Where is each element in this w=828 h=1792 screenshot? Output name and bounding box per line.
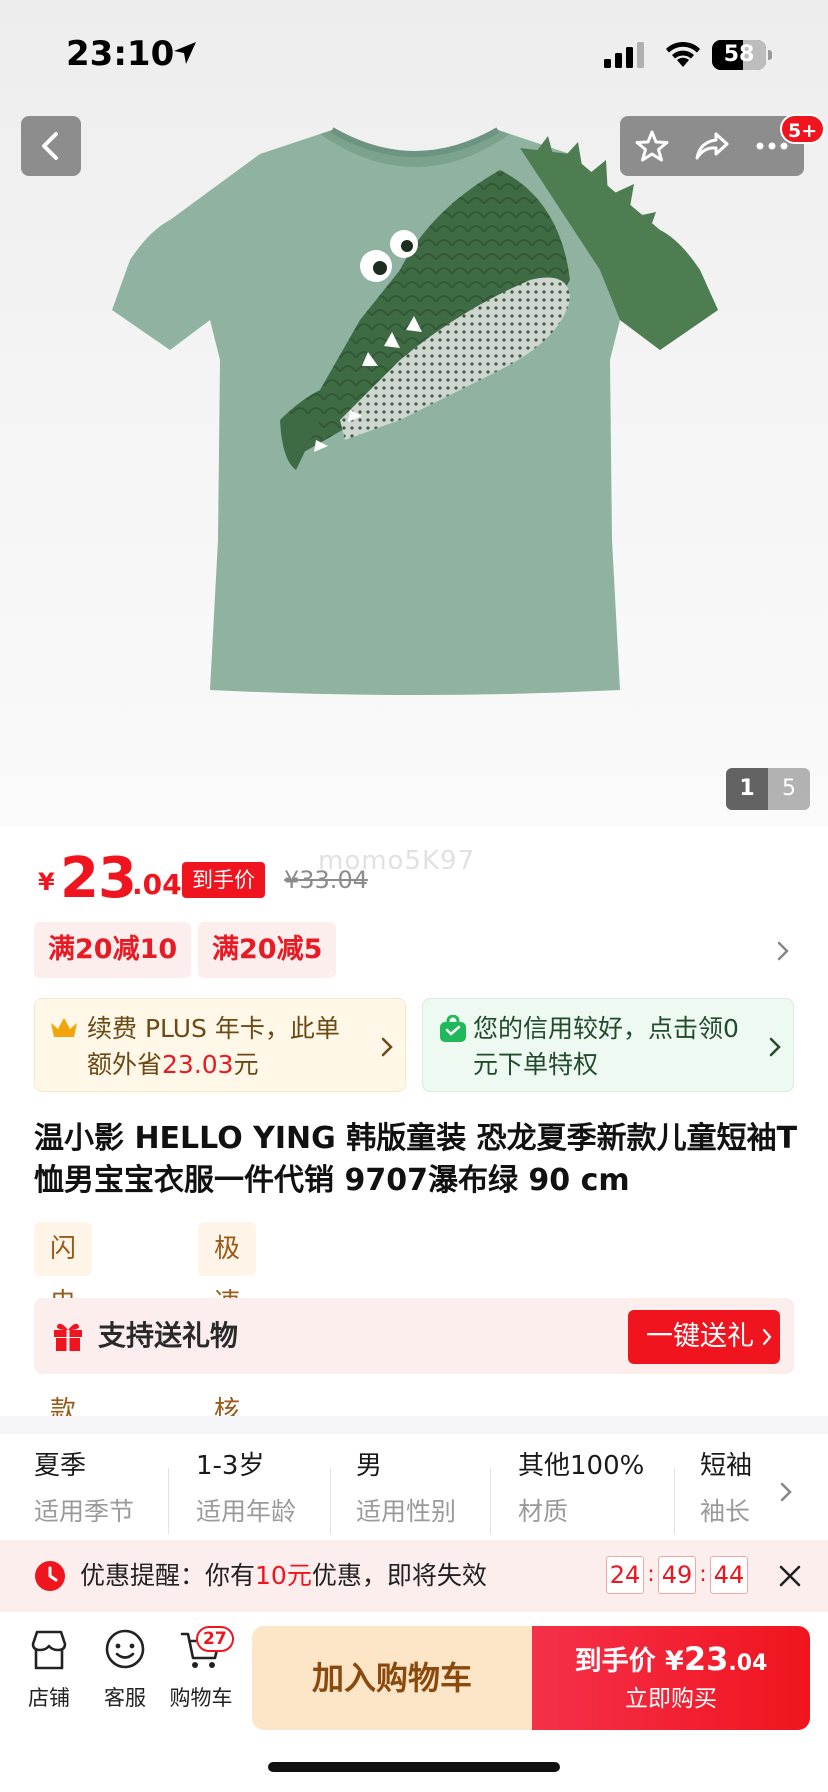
spec-item: 短袖 袖长 (700, 1448, 756, 1534)
spec-divider (490, 1468, 491, 1534)
cart-label: 购物车 (169, 1686, 233, 1710)
coupon-badge[interactable]: 满20减5 (198, 922, 337, 978)
credit-privilege-promo[interactable]: 您的信用较好，点击领0元下单特权 (422, 998, 794, 1092)
back-button[interactable] (21, 116, 81, 176)
product-title: 温小影 HELLO YING 韩版童装 恐龙夏季新款儿童短袖T恤男宝宝衣服一件代… (34, 1121, 798, 1198)
buy-now-label: 立即购买 (625, 1686, 717, 1712)
spec-divider (330, 1468, 331, 1534)
final-price-tag: 到手价 (182, 862, 265, 898)
plus-promo-amount: 23.03 (162, 1050, 234, 1079)
wifi-icon (666, 41, 700, 67)
countdown-minutes: 49 (658, 1556, 696, 1594)
plus-promo-unit: 元 (233, 1050, 259, 1079)
spec-key: 适用年龄 (196, 1497, 297, 1526)
spec-item: 男 适用性别 (356, 1448, 456, 1534)
gift-icon (54, 1323, 82, 1351)
close-icon[interactable] (772, 1558, 808, 1594)
spec-key: 材质 (518, 1497, 569, 1526)
store-icon (31, 1630, 67, 1670)
battery-icon: 58 (712, 40, 772, 70)
price-currency: ¥ (38, 868, 55, 896)
buy-now-button[interactable]: 到手价 ¥23.04 立即购买 (532, 1626, 810, 1730)
customer-service-button[interactable]: 客服 (88, 1628, 162, 1712)
add-to-cart-button[interactable]: 加入购物车 (252, 1626, 532, 1730)
service-tag: 闪电退款 (34, 1222, 93, 1426)
spec-divider (674, 1468, 675, 1534)
spec-value: 其他100% (518, 1451, 645, 1481)
spec-item: 夏季 适用季节 (34, 1448, 134, 1534)
status-time: 23:10 (66, 34, 175, 74)
spec-value: 短袖 (700, 1451, 753, 1481)
home-indicator (268, 1762, 560, 1772)
chevron-right-icon (381, 1037, 393, 1057)
service-tag: 极速审核 (198, 1222, 257, 1426)
countdown-separator: : (647, 1562, 655, 1587)
store-label: 店铺 (28, 1686, 70, 1710)
image-counter: 1 5 (726, 768, 810, 810)
reminder-prefix: 优惠提醒：你有 (80, 1561, 256, 1590)
plus-membership-promo[interactable]: 续费 PLUS 年卡，此单额外省23.03元 (34, 998, 406, 1092)
product-image-gallery[interactable]: 23:10 58 5+ 1 5 (0, 0, 828, 826)
coupon-row[interactable]: 满20减10 满20减5 (34, 922, 794, 978)
chevron-left-icon (42, 132, 58, 160)
price-decimal: .04 (132, 868, 182, 901)
buy-price-currency: ¥ (665, 1646, 684, 1677)
spec-item: 其他100% 材质 (518, 1448, 644, 1534)
chevron-right-icon (762, 1328, 772, 1346)
chevron-right-icon (780, 1482, 792, 1502)
service-label: 客服 (104, 1686, 146, 1710)
store-button[interactable]: 店铺 (12, 1628, 86, 1712)
shopping-bag-icon (440, 1015, 466, 1042)
spec-divider (168, 1468, 169, 1534)
spec-key: 适用季节 (34, 1497, 135, 1526)
star-icon (635, 130, 669, 162)
crown-icon (51, 1018, 77, 1037)
cart-count-badge: 27 (196, 1626, 234, 1652)
product-photo (112, 127, 718, 695)
send-gift-label: 一键送礼 (646, 1321, 754, 1352)
smile-chat-icon (105, 1629, 145, 1669)
countdown-seconds: 44 (710, 1556, 748, 1594)
credit-promo-text: 您的信用较好，点击领0元下单特权 (473, 1014, 739, 1079)
reminder-suffix: 优惠，即将失效 (311, 1561, 487, 1590)
section-divider (0, 1416, 828, 1434)
share-button[interactable] (682, 116, 742, 176)
chevron-right-icon (769, 1037, 781, 1057)
gift-label: 支持送礼物 (98, 1319, 239, 1352)
buy-price-label: 到手价 (574, 1646, 656, 1677)
location-arrow-icon (174, 42, 196, 64)
spec-key: 袖长 (700, 1497, 751, 1526)
image-current-index: 1 (726, 768, 768, 810)
image-total-count: 5 (768, 768, 810, 810)
watermark: momo5K97 (318, 846, 476, 876)
buy-price-line: 到手价 ¥23.04 (532, 1640, 810, 1683)
spec-value: 1-3岁 (196, 1451, 265, 1481)
send-gift-button[interactable]: 一键送礼 (628, 1310, 780, 1364)
battery-level: 58 (723, 42, 755, 67)
message-count-badge: 5+ (780, 114, 826, 144)
coupon-badge[interactable]: 满20减10 (34, 922, 192, 978)
share-icon (695, 132, 729, 160)
chevron-right-icon (777, 941, 789, 961)
spec-row[interactable]: 夏季 适用季节 1-3岁 适用年龄 男 适用性别 其他100% 材质 短袖 袖长 (0, 1438, 828, 1540)
discount-reminder-bar: 优惠提醒：你有10元优惠，即将失效 24 : 49 : 44 (0, 1540, 828, 1612)
countdown-separator: : (699, 1562, 707, 1587)
buy-price-integer: 23 (683, 1640, 729, 1678)
buy-price-decimal: .04 (728, 1651, 768, 1676)
more-dots-icon (756, 142, 788, 150)
reminder-amount: 10元 (255, 1561, 312, 1590)
spec-value: 夏季 (34, 1451, 87, 1481)
price-integer: 23 (60, 846, 137, 911)
status-bar: 23:10 58 (0, 0, 828, 100)
top-action-group (620, 116, 804, 176)
countdown-hours: 24 (606, 1556, 644, 1594)
clock-icon (35, 1561, 65, 1591)
spec-value: 男 (356, 1451, 383, 1481)
spec-key: 适用性别 (356, 1497, 457, 1526)
favorite-button[interactable] (622, 116, 682, 176)
cellular-signal-icon (604, 42, 644, 68)
gift-bar: 支持送礼物 一键送礼 (34, 1298, 794, 1374)
reminder-text: 优惠提醒：你有10元优惠，即将失效 (80, 1540, 487, 1612)
spec-item: 1-3岁 适用年龄 (196, 1448, 296, 1534)
